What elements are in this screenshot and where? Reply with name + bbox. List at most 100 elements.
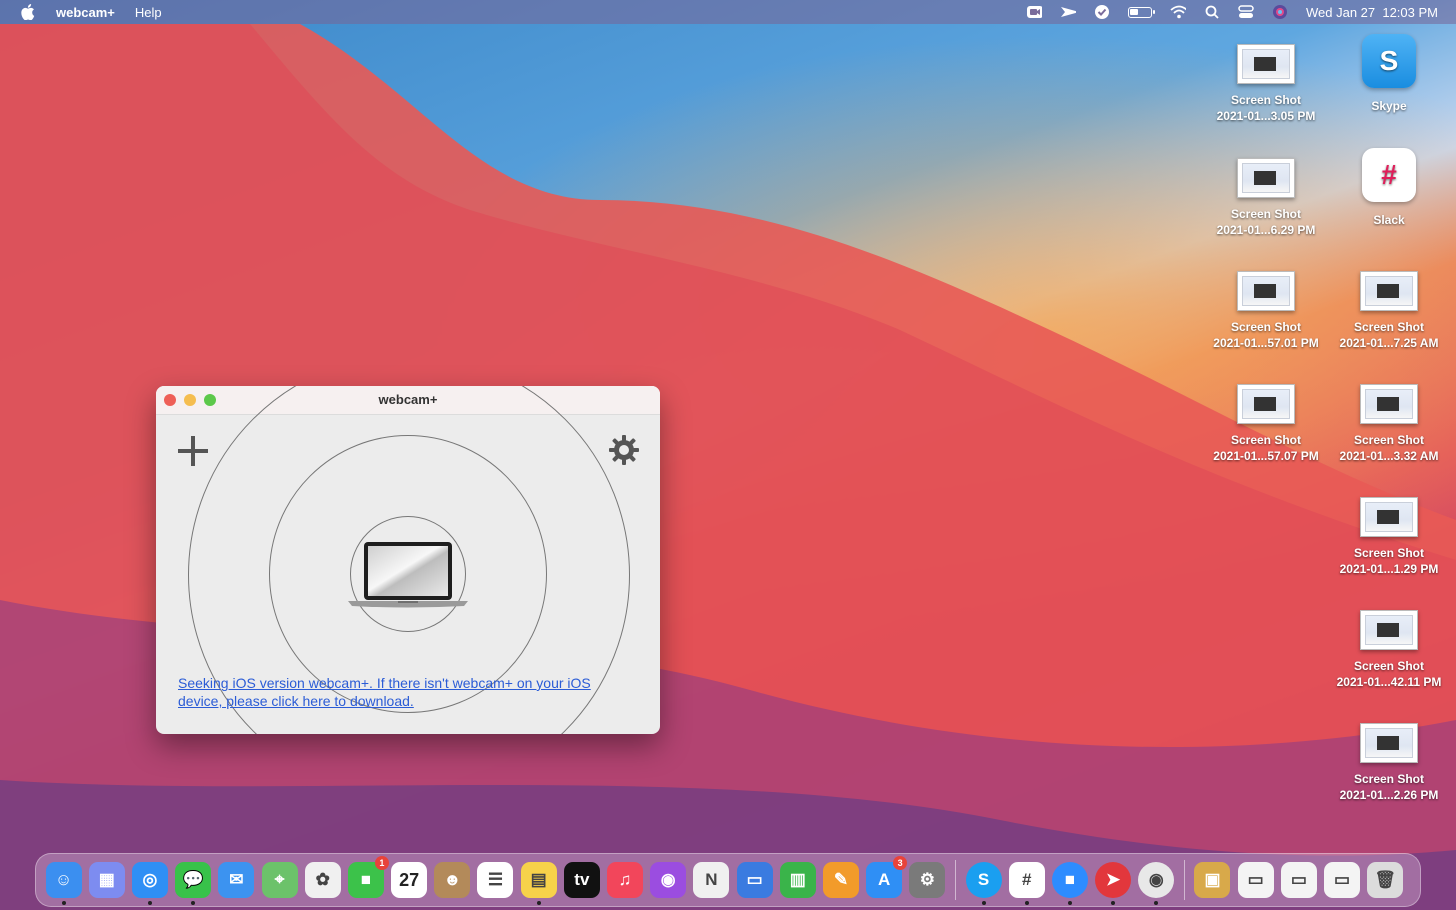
desktop-icon-label: Slack bbox=[1373, 213, 1405, 227]
desktop-icon-screenshot[interactable]: Screen Shot 2021-01...42.11 PM bbox=[1329, 610, 1449, 690]
desktop-icon-label: Screen Shot bbox=[1353, 659, 1425, 673]
menu-bar: webcam+ Help Wed Jan 27 12:03 PM bbox=[0, 0, 1456, 24]
add-device-button[interactable] bbox=[178, 436, 208, 466]
menu-app-name[interactable]: webcam+ bbox=[56, 5, 115, 20]
keynote-icon[interactable]: ▭ bbox=[736, 862, 773, 898]
skype-app-icon: S bbox=[1362, 34, 1416, 88]
dock-glyph: ☰ bbox=[487, 870, 504, 889]
maps-icon[interactable]: ⌖ bbox=[261, 862, 298, 898]
slack-app-icon: # bbox=[1362, 148, 1416, 202]
desktop-icon-screenshot[interactable]: Screen Shot 2021-01...3.32 AM bbox=[1329, 384, 1449, 464]
desktop-icon-label: Screen Shot bbox=[1230, 433, 1302, 447]
desktop-icon-label: Screen Shot bbox=[1353, 433, 1425, 447]
dock-glyph: ◉ bbox=[1148, 870, 1164, 889]
archive-utility-icon[interactable]: ▣ bbox=[1194, 862, 1231, 898]
dock-glyph: tv bbox=[574, 870, 590, 889]
screenshot-thumbnail bbox=[1237, 44, 1295, 84]
system-preferences-icon[interactable]: ⚙ bbox=[909, 862, 946, 898]
battery-icon[interactable] bbox=[1127, 6, 1155, 18]
desktop-icon-screenshot[interactable]: Screen Shot 2021-01...1.29 PM bbox=[1329, 497, 1449, 577]
messages-icon[interactable]: 💬 bbox=[175, 862, 212, 905]
notes-icon[interactable]: ▤ bbox=[520, 862, 557, 905]
recent-screenshot-3-icon[interactable]: ▭ bbox=[1324, 862, 1361, 898]
zoom-status-icon[interactable] bbox=[1026, 5, 1042, 19]
screenshot-thumbnail bbox=[1360, 723, 1418, 763]
photos-icon[interactable]: ✿ bbox=[304, 862, 341, 898]
apple-icon[interactable] bbox=[20, 4, 36, 20]
dock-separator bbox=[954, 860, 956, 900]
dock-separator bbox=[1183, 860, 1185, 900]
desktop-icon-sublabel: 2021-01...6.29 PM bbox=[1216, 223, 1316, 237]
safari-icon[interactable]: ◎ bbox=[131, 862, 168, 905]
dock-glyph: ▤ bbox=[530, 870, 547, 889]
desktop-icon-sublabel: 2021-01...57.01 PM bbox=[1213, 336, 1319, 350]
menu-datetime[interactable]: Wed Jan 27 12:03 PM bbox=[1306, 5, 1438, 20]
siri-icon[interactable] bbox=[1272, 5, 1288, 19]
screenshot-thumbnail bbox=[1360, 610, 1418, 650]
airmail-icon[interactable]: ➤ bbox=[1095, 862, 1132, 905]
desktop-icon-screenshot[interactable]: Screen Shot 2021-01...2.26 PM bbox=[1329, 723, 1449, 803]
dock-glyph: 27 bbox=[399, 869, 420, 890]
search-icon[interactable] bbox=[1204, 5, 1220, 19]
desktop-icon-screenshot[interactable]: Screen Shot 2021-01...57.07 PM bbox=[1206, 384, 1326, 464]
desktop-icon-screenshot[interactable]: Screen Shot 2021-01...6.29 PM bbox=[1206, 158, 1326, 238]
screenshot-thumbnail bbox=[1237, 384, 1295, 424]
appletv-icon[interactable]: tv bbox=[563, 862, 600, 898]
desktop-icon-sublabel: 2021-01...2.26 PM bbox=[1339, 788, 1439, 802]
podcasts-icon[interactable]: ◉ bbox=[650, 862, 687, 898]
desktop-icon-label: Screen Shot bbox=[1230, 93, 1302, 107]
dock-glyph: ■ bbox=[1064, 870, 1076, 889]
dock-glyph: ➤ bbox=[1105, 870, 1121, 889]
webcam-plus-icon[interactable]: ◉ bbox=[1138, 862, 1175, 905]
desktop-icon-sublabel: 2021-01...57.07 PM bbox=[1213, 449, 1319, 463]
music-icon[interactable]: ♫ bbox=[607, 862, 644, 898]
dock-glyph: ▭ bbox=[1247, 870, 1264, 889]
desktop-icon-slack[interactable]: # Slack bbox=[1329, 148, 1449, 228]
mail-icon[interactable]: ✉ bbox=[218, 862, 255, 898]
dock-glyph: ✎ bbox=[833, 870, 849, 889]
recent-screenshot-1-icon[interactable]: ▭ bbox=[1237, 862, 1274, 898]
pages-icon[interactable]: ✎ bbox=[822, 862, 859, 898]
contacts-icon[interactable]: ☻ bbox=[434, 862, 471, 898]
desktop-icon-skype[interactable]: S Skype bbox=[1329, 34, 1449, 114]
appstore-icon[interactable]: A3 bbox=[866, 856, 908, 898]
dock-glyph: N bbox=[705, 870, 718, 889]
desktop-icon-screenshot[interactable]: Screen Shot 2021-01...57.01 PM bbox=[1206, 271, 1326, 351]
desktop-icon-screenshot[interactable]: Screen Shot 2021-01...7.25 AM bbox=[1329, 271, 1449, 351]
dock-glyph: ▥ bbox=[789, 870, 806, 889]
send-status-icon[interactable] bbox=[1060, 5, 1076, 19]
control-center-icon[interactable] bbox=[1238, 5, 1254, 19]
reminders-icon[interactable]: ☰ bbox=[477, 862, 514, 898]
trash-icon[interactable]: 🗑 bbox=[1367, 862, 1404, 898]
wifi-icon[interactable] bbox=[1170, 5, 1186, 19]
news-icon[interactable]: N bbox=[693, 862, 730, 898]
desktop-icon-screenshot[interactable]: Screen Shot 2021-01...3.05 PM bbox=[1206, 44, 1326, 124]
dock-glyph: # bbox=[1021, 870, 1032, 889]
dock-glyph: 🗑 bbox=[1374, 870, 1397, 889]
download-ios-link[interactable]: Seeking iOS version webcam+. If there is… bbox=[178, 674, 618, 710]
dock-glyph: ▭ bbox=[1334, 870, 1351, 889]
finder-icon[interactable]: ☺ bbox=[45, 862, 82, 905]
desktop-icon-label: Screen Shot bbox=[1353, 546, 1425, 560]
gear-icon[interactable] bbox=[608, 434, 640, 466]
slack-icon[interactable]: # bbox=[1008, 862, 1045, 905]
recent-screenshot-2-icon[interactable]: ▭ bbox=[1280, 862, 1317, 898]
dock-glyph: ☻ bbox=[443, 870, 462, 889]
skype-icon[interactable]: S bbox=[965, 862, 1002, 905]
running-indicator bbox=[147, 901, 152, 905]
facetime-icon[interactable]: ■ 1 bbox=[347, 856, 389, 898]
launchpad-icon[interactable]: ▦ bbox=[88, 862, 125, 898]
desktop-icon-sublabel: 2021-01...7.25 AM bbox=[1339, 336, 1439, 350]
zoom-icon[interactable]: ■ bbox=[1051, 862, 1088, 905]
dock-glyph: ☺ bbox=[54, 870, 73, 889]
dock-glyph: ▦ bbox=[98, 870, 115, 889]
menu-help[interactable]: Help bbox=[135, 5, 162, 20]
calendar-icon[interactable]: 27 bbox=[391, 862, 428, 898]
running-indicator bbox=[191, 901, 196, 905]
dock-glyph: 💬 bbox=[182, 870, 204, 889]
desktop-icon-sublabel: 2021-01...3.05 PM bbox=[1216, 109, 1316, 123]
notification-badge: 3 bbox=[893, 856, 908, 870]
checkmark-status-icon[interactable] bbox=[1094, 5, 1110, 19]
dock-glyph: ◎ bbox=[142, 870, 158, 889]
numbers-icon[interactable]: ▥ bbox=[779, 862, 816, 898]
